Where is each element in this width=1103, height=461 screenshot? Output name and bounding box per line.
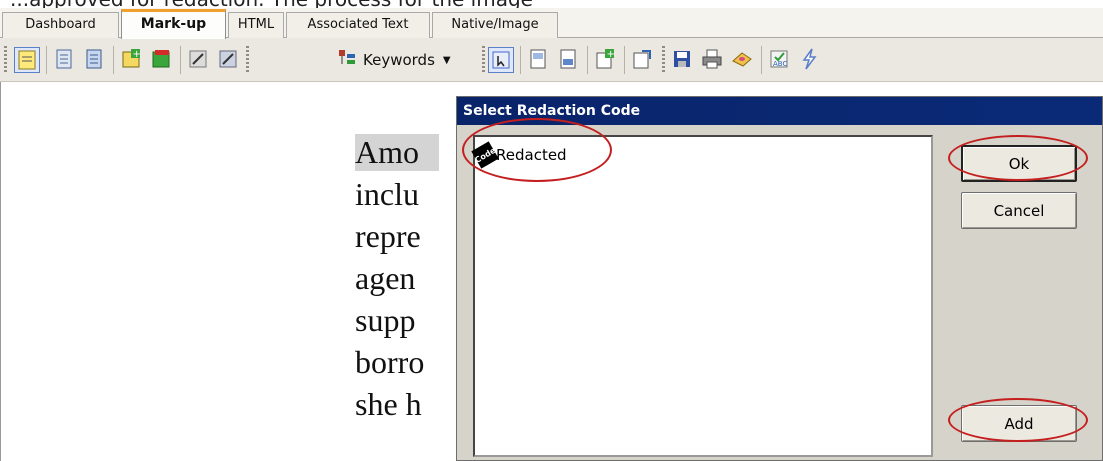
note-list-icon[interactable]	[82, 47, 108, 73]
page-next-icon[interactable]	[556, 47, 582, 73]
toolbar-separator	[180, 46, 181, 74]
highlight-icon[interactable]	[14, 47, 40, 73]
chevron-down-icon: ▼	[442, 54, 451, 66]
toolbar-separator	[587, 46, 588, 74]
tab-mark-up[interactable]: Mark-up	[121, 9, 226, 39]
tab-native-image[interactable]: Native/Image	[432, 12, 558, 38]
toolbar-separator	[520, 46, 521, 74]
doc-line-5: supp	[355, 302, 416, 338]
tab-dashboard[interactable]: Dashboard	[2, 12, 119, 38]
svg-text:+: +	[607, 49, 615, 60]
export-icon[interactable]	[630, 47, 656, 73]
toolbar-grip[interactable]	[4, 46, 7, 74]
doc-line-3: repre	[355, 218, 421, 254]
edit-all-icon[interactable]	[216, 47, 242, 73]
annotation-ring-add	[948, 398, 1088, 442]
page-icon[interactable]	[526, 47, 552, 73]
toolbar-grip[interactable]	[662, 46, 665, 74]
eraser-icon[interactable]	[730, 47, 756, 73]
doc-line-7: she h	[355, 386, 422, 422]
edit-icon[interactable]	[186, 47, 212, 73]
print-icon[interactable]	[700, 47, 726, 73]
toolbar-separator	[113, 46, 114, 74]
svg-text:ABC: ABC	[773, 60, 787, 68]
tab-associated-text[interactable]: Associated Text	[286, 12, 430, 38]
cancel-button[interactable]: Cancel	[961, 192, 1077, 229]
save-icon[interactable]	[670, 47, 696, 73]
add-redaction-icon[interactable]: +	[119, 47, 145, 73]
doc-line-2: inclu	[355, 176, 419, 212]
doc-line-6: borro	[355, 344, 425, 380]
tab-html[interactable]: HTML	[228, 12, 284, 38]
note-icon[interactable]	[52, 47, 78, 73]
redaction-code-list[interactable]: Code Redacted	[471, 135, 933, 457]
spell-check-icon[interactable]: ABC	[767, 47, 793, 73]
lightning-icon[interactable]	[797, 47, 823, 73]
tab-strip: Dashboard Mark-up HTML Associated Text N…	[0, 8, 1103, 39]
markup-toolbar: + Keywords ▼ + ABC	[0, 38, 1103, 82]
annotation-ring-ok	[948, 135, 1088, 181]
annotation-ring-redacted	[462, 118, 612, 182]
keywords-icon	[337, 48, 357, 72]
toolbar-separator	[46, 46, 47, 74]
select-icon[interactable]	[488, 47, 514, 73]
svg-text:+: +	[133, 49, 141, 60]
doc-line-1: Amo	[355, 134, 439, 171]
remove-redaction-icon[interactable]	[149, 47, 175, 73]
toolbar-grip[interactable]	[482, 46, 485, 74]
toolbar-separator	[761, 46, 762, 74]
toolbar-grip[interactable]	[246, 46, 249, 74]
toolbar-separator	[624, 46, 625, 74]
keywords-dropdown[interactable]: Keywords ▼	[337, 47, 451, 73]
doc-line-4: agen	[355, 260, 416, 296]
keywords-label: Keywords	[363, 51, 435, 69]
add-page-icon[interactable]: +	[593, 47, 619, 73]
